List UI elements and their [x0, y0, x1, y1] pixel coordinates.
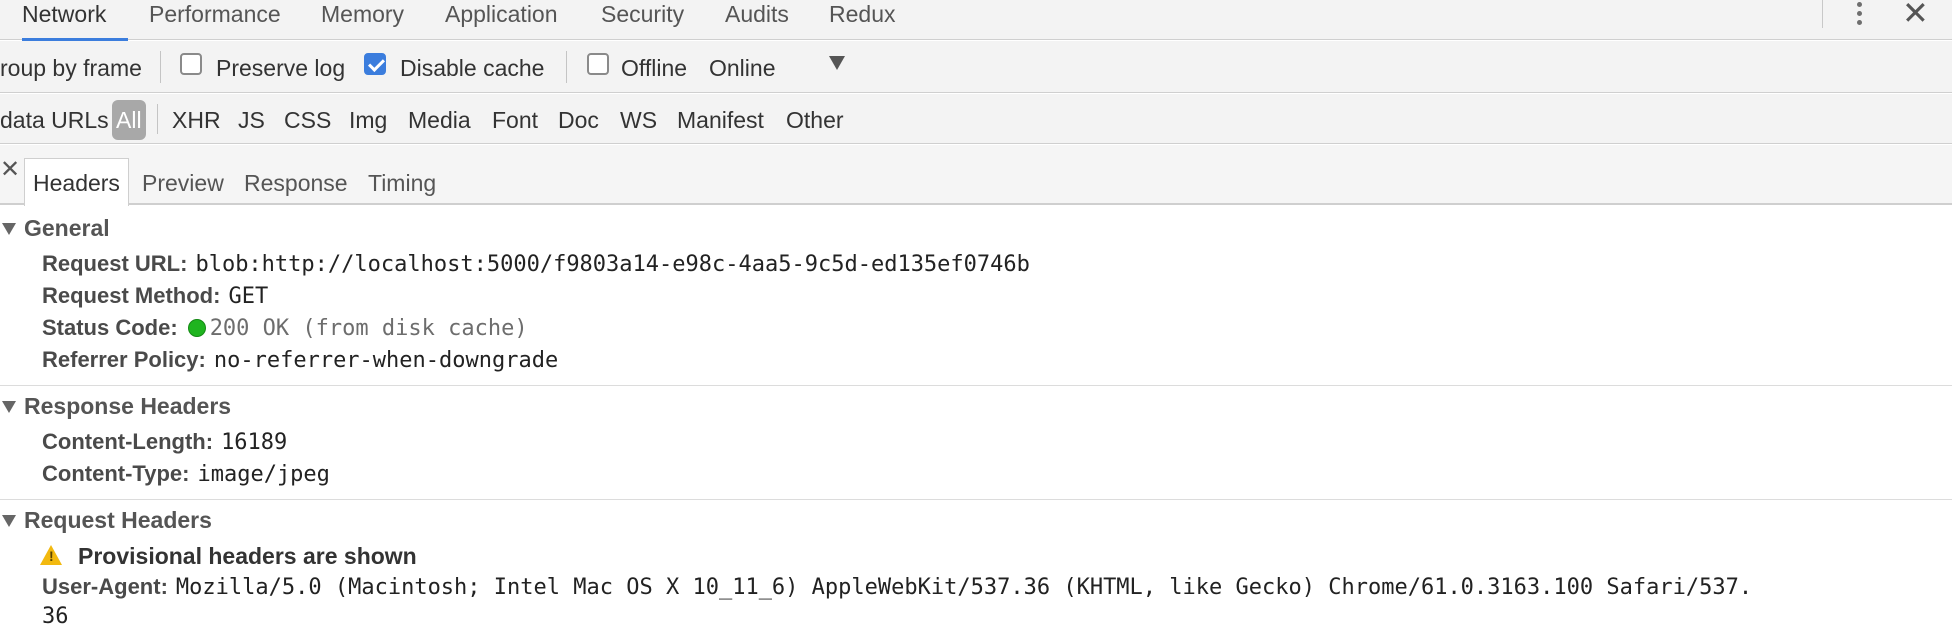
request-url-row: Request URL: blob:http://localhost:5000/f… — [42, 250, 1030, 281]
request-method-key: Request Method: — [42, 283, 221, 308]
tab-security[interactable]: Security — [601, 0, 684, 38]
general-section-title[interactable]: General — [24, 214, 110, 242]
toolbar-separator — [160, 51, 161, 83]
group-by-frame-toggle[interactable]: roup by frame — [0, 54, 142, 82]
expand-caret-icon[interactable] — [2, 223, 16, 235]
status-ok-icon — [187, 319, 206, 337]
filter-js[interactable]: JS — [238, 106, 265, 134]
tab-headers[interactable]: Headers — [24, 158, 129, 206]
filter-separator — [157, 104, 158, 134]
section-divider — [0, 385, 1952, 386]
request-method-value: GET — [228, 284, 269, 309]
section-divider — [0, 499, 1952, 500]
filter-manifest[interactable]: Manifest — [677, 106, 764, 134]
tab-preview[interactable]: Preview — [142, 169, 224, 197]
expand-caret-icon[interactable] — [2, 401, 16, 413]
content-length-key: Content-Length: — [42, 429, 214, 454]
toolbar-separator — [566, 51, 567, 83]
throttling-select[interactable]: Online — [709, 54, 775, 82]
request-url-value: blob:http://localhost:5000/f9803a14-e98c… — [195, 252, 1030, 277]
response-headers-section-title[interactable]: Response Headers — [24, 392, 231, 420]
network-toolbar: roup by frame Preserve log Disable cache… — [0, 41, 1952, 93]
referrer-policy-value: no-referrer-when-downgrade — [213, 348, 559, 373]
hide-data-urls-label[interactable]: data URLs — [0, 106, 109, 134]
user-agent-value: Mozilla/5.0 (Macintosh; Intel Mac OS X 1… — [175, 575, 1753, 600]
preserve-log-label: Preserve log — [216, 55, 346, 81]
more-options-icon[interactable] — [1855, 2, 1863, 28]
filter-doc[interactable]: Doc — [558, 106, 599, 134]
close-devtools-icon[interactable]: ✕ — [1902, 0, 1929, 29]
disable-cache-checkbox[interactable] — [364, 53, 386, 75]
content-length-row: Content-Length: 16189 — [42, 428, 287, 459]
tab-response[interactable]: Response — [244, 169, 348, 197]
user-agent-row: User-Agent: Mozilla/5.0 (Macintosh; Intel… — [42, 573, 1752, 604]
request-detail-tabs: ✕ Headers Preview Response Timing — [0, 145, 1952, 206]
tab-redux[interactable]: Redux — [829, 0, 895, 38]
filter-img[interactable]: Img — [349, 106, 387, 134]
tab-timing[interactable]: Timing — [368, 169, 436, 197]
request-headers-section-title[interactable]: Request Headers — [24, 506, 212, 534]
filter-xhr[interactable]: XHR — [172, 106, 221, 134]
referrer-policy-row: Referrer Policy: no-referrer-when-downgra… — [42, 346, 558, 377]
content-type-key: Content-Type: — [42, 461, 190, 486]
filter-other[interactable]: Other — [786, 106, 844, 134]
user-agent-value-continued: 36 — [42, 604, 69, 629]
tab-memory[interactable]: Memory — [321, 0, 404, 38]
filter-font[interactable]: Font — [492, 106, 538, 134]
warning-icon-mark: ! — [49, 548, 54, 564]
close-detail-icon[interactable]: ✕ — [0, 155, 20, 184]
content-type-row: Content-Type: image/jpeg — [42, 460, 330, 491]
filter-media[interactable]: Media — [408, 106, 471, 134]
content-length-value: 16189 — [221, 430, 288, 455]
status-code-row: Status Code: 200 OK (from disk cache) — [42, 314, 528, 345]
disable-cache-label: Disable cache — [400, 55, 545, 81]
request-method-row: Request Method: GET — [42, 282, 268, 313]
referrer-policy-key: Referrer Policy: — [42, 347, 206, 372]
provisional-headers-warning: Provisional headers are shown — [78, 543, 417, 569]
tab-application[interactable]: Application — [445, 0, 558, 38]
offline-label: Offline — [621, 55, 688, 81]
panel-tab-bar: Network Performance Memory Application S… — [0, 0, 1952, 41]
tab-network[interactable]: Network — [22, 0, 128, 41]
throttling-dropdown-icon[interactable] — [829, 56, 845, 70]
content-type-value: image/jpeg — [197, 462, 330, 487]
filter-bar: data URLs All XHR JS CSS Img Media Font … — [0, 94, 1952, 144]
filter-css[interactable]: CSS — [284, 106, 331, 134]
tab-audits[interactable]: Audits — [725, 0, 789, 38]
status-code-value: 200 OK (from disk cache) — [209, 316, 528, 341]
tab-performance[interactable]: Performance — [149, 0, 281, 38]
filter-all[interactable]: All — [112, 100, 146, 140]
expand-caret-icon[interactable] — [2, 515, 16, 527]
request-url-key: Request URL: — [42, 251, 188, 276]
status-code-key: Status Code: — [42, 315, 178, 340]
user-agent-key: User-Agent: — [42, 574, 168, 599]
headers-panel: General Request URL: blob:http://localhos… — [0, 207, 1952, 640]
offline-checkbox[interactable] — [587, 53, 609, 75]
filter-ws[interactable]: WS — [620, 106, 657, 134]
preserve-log-checkbox[interactable] — [180, 53, 202, 75]
toolbar-divider — [1822, 0, 1823, 28]
